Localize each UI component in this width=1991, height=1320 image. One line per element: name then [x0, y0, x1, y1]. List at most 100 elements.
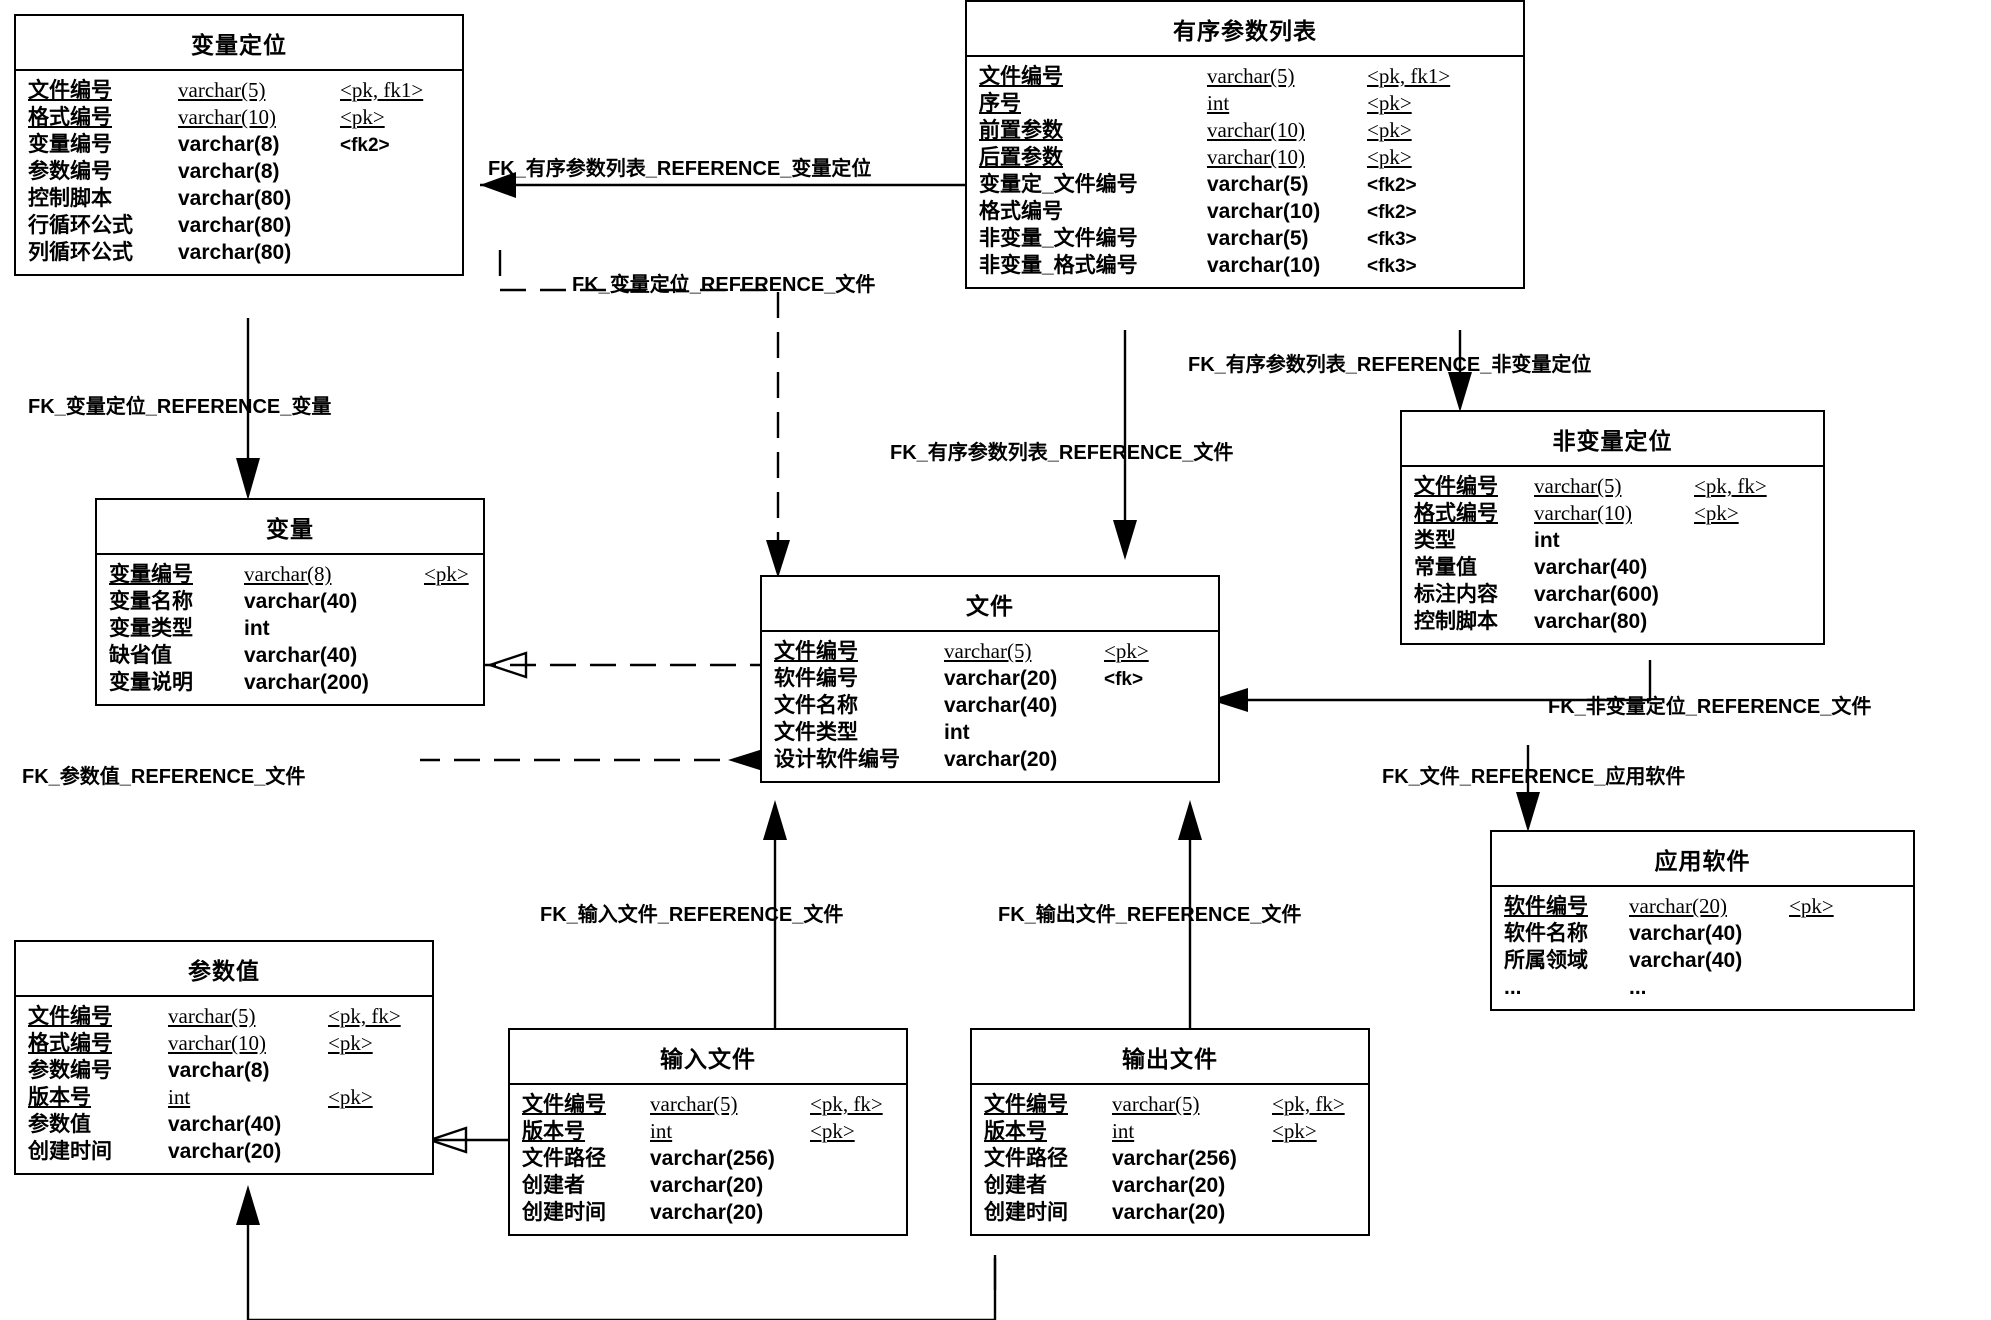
entity-attributes: 文件编号 varchar(5) <pk, fk> 格式编号 varchar(10… — [16, 997, 432, 1173]
attr-type: varchar(5) — [1112, 1092, 1200, 1116]
entity-attributes: 文件编号 varchar(5) <pk, fk1> 格式编号 varchar(1… — [16, 71, 462, 274]
attr-type: varchar(40) — [244, 644, 358, 667]
entity-bianliang-dingwei[interactable]: 变量定位 文件编号 varchar(5) <pk, fk1> 格式编号 varc… — [14, 14, 464, 276]
attr-type: varchar(5) — [1534, 474, 1622, 498]
attr-type: int — [244, 617, 270, 640]
entity-shuchu-wenjian[interactable]: 输出文件 文件编号 varchar(5) <pk, fk> 版本号 int <p… — [970, 1028, 1370, 1236]
attribute-row: 类型 int — [1402, 527, 1823, 554]
attr-name: 设计软件编号 — [774, 748, 900, 771]
attr-name: 参数编号 — [28, 1059, 112, 1082]
attribute-row: 非变量_文件编号 varchar(5) <fk3> — [967, 225, 1523, 252]
attr-name: 序号 — [979, 92, 1021, 115]
attribute-row: 参数值 varchar(40) — [16, 1111, 432, 1138]
attr-name: 创建者 — [522, 1174, 585, 1197]
attr-type: varchar(10) — [1207, 200, 1321, 223]
attribute-row: 序号 int <pk> — [967, 90, 1523, 117]
arrowhead-r5 — [1113, 520, 1137, 560]
attr-key: <pk> — [1367, 145, 1412, 169]
attr-name: 创建时间 — [28, 1140, 112, 1163]
attr-type: varchar(20) — [650, 1174, 764, 1197]
attr-name: ... — [1504, 976, 1522, 999]
arrowhead-r2 — [766, 540, 790, 578]
attr-key: <fk3> — [1367, 229, 1417, 250]
attr-name: 类型 — [1414, 529, 1456, 552]
attribute-row: 软件编号 varchar(20) <pk> — [1492, 893, 1913, 920]
attribute-row: 控制脚本 varchar(80) — [16, 185, 462, 212]
attr-type: varchar(40) — [1534, 556, 1648, 579]
attr-type: varchar(10) — [1207, 118, 1305, 142]
attr-type: varchar(20) — [1629, 894, 1727, 918]
attr-key: <pk> — [1367, 118, 1412, 142]
attribute-row: 变量说明 varchar(200) — [97, 669, 483, 696]
entity-title: 文件 — [762, 577, 1218, 632]
attribute-row: 所属领域 varchar(40) — [1492, 947, 1913, 974]
attr-type: varchar(5) — [1207, 173, 1309, 196]
attr-key: <pk> — [810, 1119, 855, 1143]
attr-name: 格式编号 — [1414, 502, 1498, 525]
attr-name: 变量编号 — [28, 133, 112, 156]
attr-key: <fk2> — [1367, 175, 1417, 196]
relationship-label-r3: FK_变量定位_REFERENCE_变量 — [28, 396, 332, 418]
attribute-row: 缺省值 varchar(40) — [97, 642, 483, 669]
attr-key: <pk, fk1> — [340, 78, 424, 102]
attr-type: int — [1207, 91, 1230, 115]
attribute-row: 变量名称 varchar(40) — [97, 588, 483, 615]
attribute-row: 参数编号 varchar(8) — [16, 158, 462, 185]
entity-attributes: 文件编号 varchar(5) <pk, fk> 格式编号 varchar(10… — [1402, 467, 1823, 643]
attr-type: int — [1534, 529, 1560, 552]
attr-key: <pk> — [328, 1031, 373, 1055]
attr-name: 行循环公式 — [28, 214, 133, 237]
attr-key: <pk, fk> — [1694, 474, 1767, 498]
attr-name: 文件名称 — [774, 694, 858, 717]
attr-name: 文件编号 — [28, 79, 112, 102]
attr-name: 变量类型 — [109, 617, 193, 640]
entity-shuru-wenjian[interactable]: 输入文件 文件编号 varchar(5) <pk, fk> 版本号 int <p… — [508, 1028, 908, 1236]
attr-type: varchar(10) — [178, 105, 276, 129]
attr-name: 非变量_文件编号 — [979, 227, 1138, 250]
attr-name: 标注内容 — [1414, 583, 1498, 606]
attribute-row: 变量编号 varchar(8) <pk> — [97, 561, 483, 588]
er-diagram-canvas: 变量定位 文件编号 varchar(5) <pk, fk1> 格式编号 varc… — [0, 0, 1991, 1320]
entity-wenjian[interactable]: 文件 文件编号 varchar(5) <pk> 软件编号 varchar(20)… — [760, 575, 1220, 783]
attr-key: <pk, fk1> — [1367, 64, 1451, 88]
entity-youxu-canshu-liebiao[interactable]: 有序参数列表 文件编号 varchar(5) <pk, fk1> 序号 int … — [965, 0, 1525, 289]
attribute-row: 文件路径 varchar(256) — [510, 1145, 906, 1172]
attr-key: <pk> — [1367, 91, 1412, 115]
arrowhead-r3 — [236, 458, 260, 500]
entity-bianliang[interactable]: 变量 变量编号 varchar(8) <pk> 变量名称 varchar(40)… — [95, 498, 485, 706]
entity-yingyong-ruanjian[interactable]: 应用软件 软件编号 varchar(20) <pk> 软件名称 varchar(… — [1490, 830, 1915, 1011]
attribute-row: 前置参数 varchar(10) <pk> — [967, 117, 1523, 144]
arrowhead-r8b — [486, 651, 528, 679]
attribute-row: 列循环公式 varchar(80) — [16, 239, 462, 266]
attr-type: varchar(20) — [1112, 1201, 1226, 1224]
attr-type: varchar(40) — [1629, 949, 1743, 972]
attribute-row: 文件编号 varchar(5) <pk> — [762, 638, 1218, 665]
attr-key: <pk, fk> — [328, 1004, 401, 1028]
attr-type: varchar(8) — [244, 562, 332, 586]
attr-name: 控制脚本 — [28, 187, 112, 210]
attribute-row: 非变量_格式编号 varchar(10) <fk3> — [967, 252, 1523, 279]
attr-type: varchar(8) — [178, 160, 280, 183]
attribute-row: 行循环公式 varchar(80) — [16, 212, 462, 239]
attribute-row: 格式编号 varchar(10) <pk> — [16, 104, 462, 131]
attr-key: <pk> — [328, 1085, 373, 1109]
attr-type: int — [650, 1119, 673, 1143]
attribute-row: 版本号 int <pk> — [972, 1118, 1368, 1145]
attr-type: varchar(80) — [178, 187, 292, 210]
relationship-label-r2: FK_变量定位_REFERENCE_文件 — [572, 274, 876, 296]
attr-name: 非变量_格式编号 — [979, 254, 1138, 277]
attribute-row: 创建者 varchar(20) — [510, 1172, 906, 1199]
attr-type: varchar(40) — [244, 590, 358, 613]
attribute-row: 文件类型 int — [762, 719, 1218, 746]
attr-key: <fk> — [1104, 669, 1144, 690]
attr-key: <pk, fk> — [1272, 1092, 1345, 1116]
entity-fei-bianliang-dingwei[interactable]: 非变量定位 文件编号 varchar(5) <pk, fk> 格式编号 varc… — [1400, 410, 1825, 645]
entity-attributes: 文件编号 varchar(5) <pk, fk1> 序号 int <pk> 前置… — [967, 57, 1523, 287]
entity-title: 变量 — [97, 500, 483, 555]
attribute-row: ... ... — [1492, 974, 1913, 1001]
entity-canshu-zhi[interactable]: 参数值 文件编号 varchar(5) <pk, fk> 格式编号 varcha… — [14, 940, 434, 1175]
attribute-row: 软件名称 varchar(40) — [1492, 920, 1913, 947]
attr-name: 创建时间 — [522, 1201, 606, 1224]
attribute-row: 创建者 varchar(20) — [972, 1172, 1368, 1199]
attr-key: <pk> — [1104, 639, 1149, 663]
